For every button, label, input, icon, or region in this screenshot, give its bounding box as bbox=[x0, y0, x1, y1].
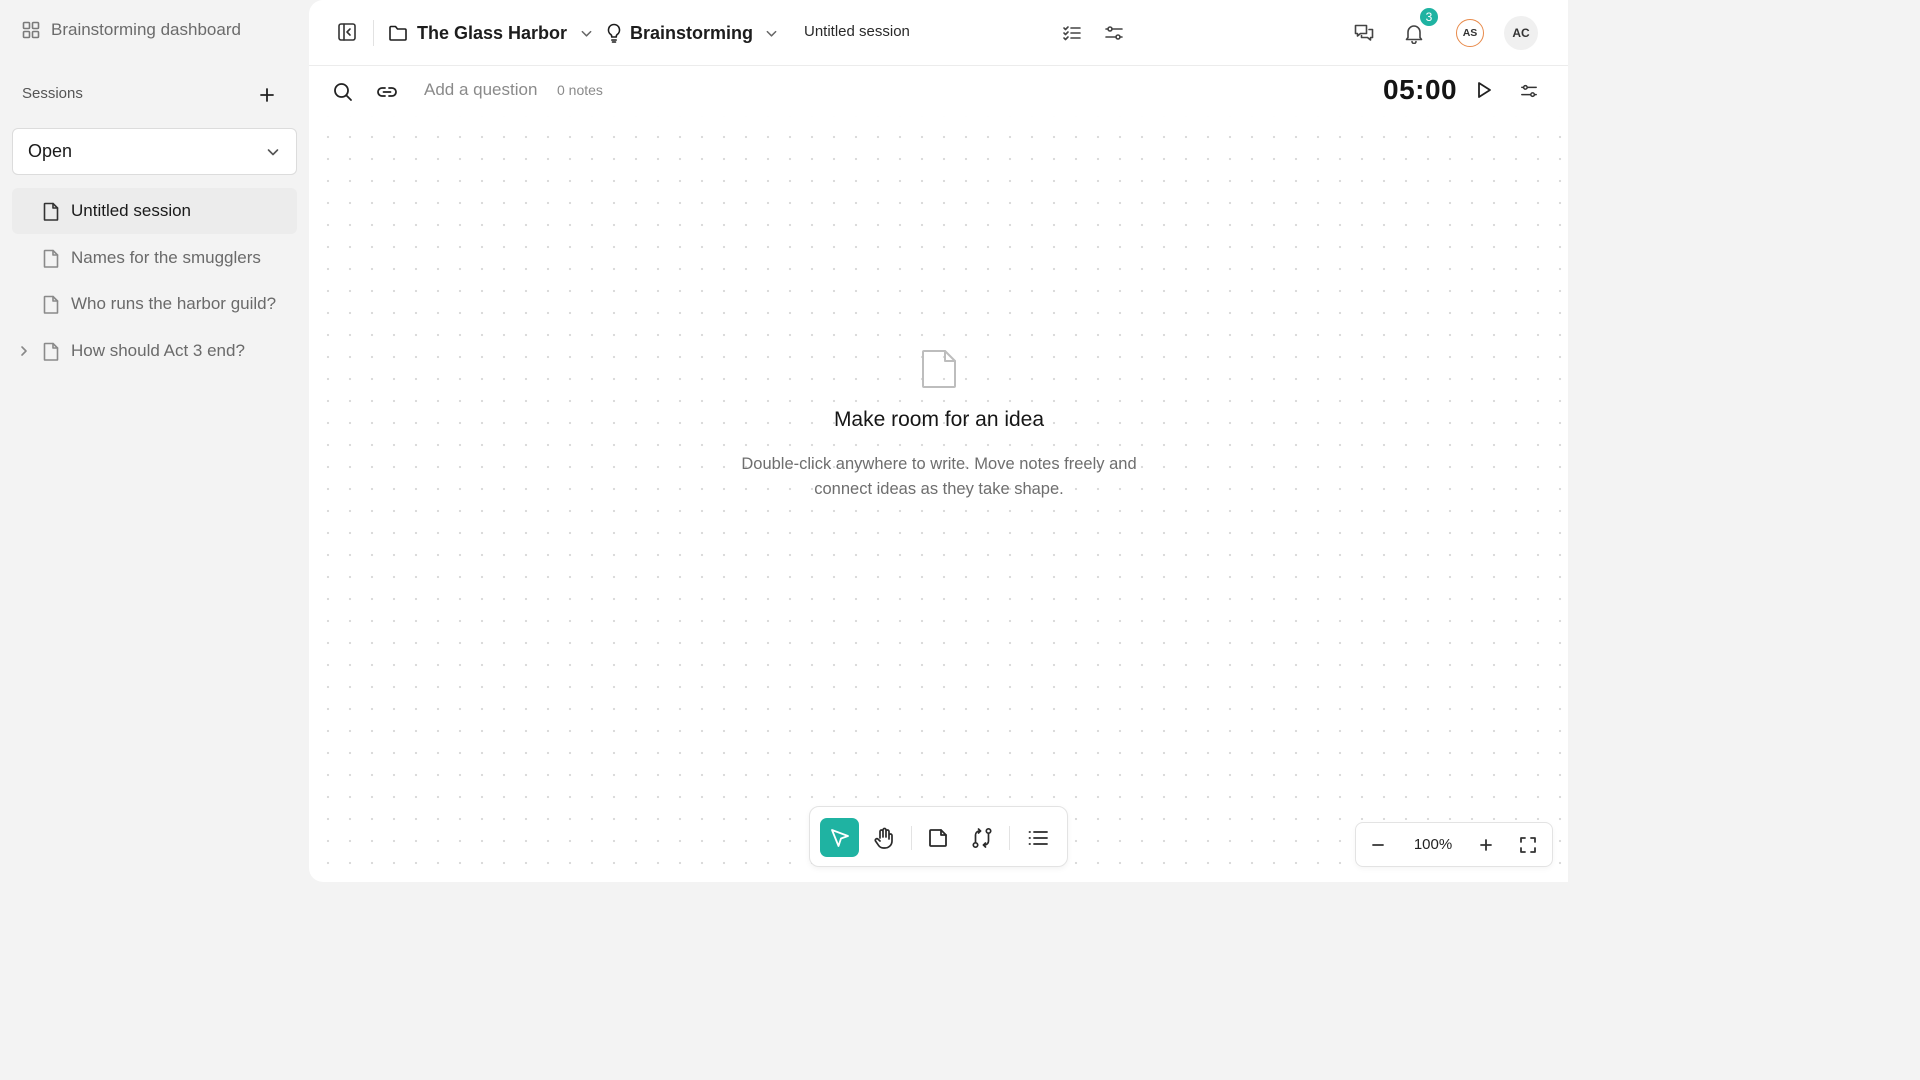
plus-icon bbox=[1479, 838, 1493, 852]
pan-tool-button[interactable] bbox=[864, 818, 903, 857]
filter-button[interactable] bbox=[1104, 23, 1124, 43]
sliders-icon bbox=[1520, 82, 1538, 100]
sidebar: Brainstorming dashboard Sessions Open Un… bbox=[0, 0, 309, 882]
project-name: The Glass Harbor bbox=[417, 22, 568, 43]
start-timer-button[interactable] bbox=[1475, 80, 1493, 100]
top-bar: The Glass Harbor Brainstorming Untitled … bbox=[309, 0, 1568, 66]
empty-state-line: connect ideas as they take shape. bbox=[814, 479, 1064, 498]
empty-state: Make room for an idea Double-click anywh… bbox=[679, 348, 1199, 501]
main-panel: The Glass Harbor Brainstorming Untitled … bbox=[309, 0, 1568, 882]
chevron-down-icon bbox=[580, 27, 593, 40]
session-item[interactable]: Who runs the harbor guild? bbox=[12, 281, 297, 327]
notes-count: 0 notes bbox=[557, 82, 603, 98]
search-icon bbox=[333, 82, 353, 102]
select-tool-button[interactable] bbox=[820, 818, 859, 857]
minus-icon bbox=[1371, 838, 1385, 852]
hand-icon bbox=[872, 826, 896, 850]
list-icon bbox=[1027, 827, 1049, 849]
chevron-down-icon bbox=[765, 27, 778, 40]
divider bbox=[373, 20, 374, 46]
note-tool-button[interactable] bbox=[918, 818, 957, 857]
empty-state-description: Double-click anywhere to write. Move not… bbox=[679, 452, 1199, 501]
note-icon bbox=[919, 348, 959, 390]
session-filter-select[interactable]: Open bbox=[12, 128, 297, 175]
sticky-note-icon bbox=[927, 827, 949, 849]
canvas-toolbar bbox=[809, 806, 1068, 867]
divider bbox=[1009, 826, 1010, 850]
fullscreen-button[interactable] bbox=[1516, 833, 1540, 857]
play-icon bbox=[1475, 80, 1493, 100]
session-item-label: How should Act 3 end? bbox=[71, 340, 245, 360]
timer-display: 05:00 bbox=[1383, 74, 1458, 105]
list-view-button[interactable] bbox=[1018, 818, 1057, 857]
document-icon bbox=[42, 342, 60, 361]
dashboard-link[interactable]: Brainstorming dashboard bbox=[22, 18, 241, 42]
empty-state-line: Double-click anywhere to write. Move not… bbox=[741, 455, 1137, 473]
share-link-button[interactable] bbox=[376, 82, 398, 102]
dashboard-grid-icon bbox=[22, 21, 40, 39]
sessions-heading: Sessions bbox=[22, 85, 83, 102]
add-session-button[interactable] bbox=[250, 78, 284, 112]
timer-settings-button[interactable] bbox=[1520, 82, 1538, 100]
chat-icon bbox=[1353, 22, 1375, 44]
add-question-input[interactable]: Add a question bbox=[424, 80, 537, 100]
avatar[interactable]: AS bbox=[1456, 19, 1484, 47]
sidebar-collapse-icon bbox=[337, 22, 357, 42]
cursor-icon bbox=[829, 827, 851, 849]
lightbulb-icon bbox=[606, 23, 622, 43]
chevron-right-icon[interactable] bbox=[19, 345, 29, 357]
project-selector[interactable]: The Glass Harbor bbox=[388, 20, 593, 46]
zoom-in-button[interactable] bbox=[1474, 833, 1498, 857]
session-list: Untitled session Names for the smugglers… bbox=[12, 188, 297, 374]
session-item[interactable]: Names for the smugglers bbox=[12, 235, 297, 281]
session-filter-value: Open bbox=[28, 141, 73, 161]
sliders-icon bbox=[1104, 23, 1124, 43]
collapse-sidebar-button[interactable] bbox=[337, 22, 357, 42]
plus-icon bbox=[259, 87, 275, 103]
checklist-button[interactable] bbox=[1062, 23, 1082, 43]
empty-state-title: Make room for an idea bbox=[833, 408, 1045, 431]
zoom-controls: 100% bbox=[1355, 822, 1553, 867]
session-item[interactable]: Untitled session bbox=[12, 188, 297, 234]
document-icon bbox=[42, 295, 60, 314]
chevron-down-icon bbox=[266, 145, 280, 159]
document-icon bbox=[42, 249, 60, 268]
search-button[interactable] bbox=[333, 82, 353, 102]
connector-tool-button[interactable] bbox=[962, 818, 1001, 857]
avatar[interactable]: AC bbox=[1504, 16, 1538, 50]
fullscreen-icon bbox=[1519, 836, 1537, 854]
mode-name: Brainstorming bbox=[630, 22, 754, 43]
checklist-icon bbox=[1062, 23, 1082, 43]
document-icon bbox=[42, 202, 60, 221]
zoom-out-button[interactable] bbox=[1366, 833, 1390, 857]
link-icon bbox=[376, 82, 398, 102]
session-item-label: Who runs the harbor guild? bbox=[71, 294, 277, 313]
session-toolbar: Add a question 0 notes 05:00 bbox=[309, 66, 1568, 116]
session-item[interactable]: How should Act 3 end? bbox=[12, 328, 297, 374]
session-item-label: Names for the smugglers bbox=[71, 247, 261, 267]
folder-icon bbox=[388, 24, 408, 42]
comments-button[interactable] bbox=[1353, 22, 1375, 44]
notification-badge: 3 bbox=[1418, 6, 1440, 28]
connector-icon bbox=[970, 826, 994, 850]
session-item-label: Untitled session bbox=[71, 201, 192, 220]
zoom-level: 100% bbox=[1413, 836, 1453, 853]
mode-selector[interactable]: Brainstorming bbox=[606, 20, 778, 46]
dashboard-label: Brainstorming dashboard bbox=[51, 20, 241, 39]
session-title[interactable]: Untitled session bbox=[804, 23, 910, 40]
divider bbox=[911, 826, 912, 850]
